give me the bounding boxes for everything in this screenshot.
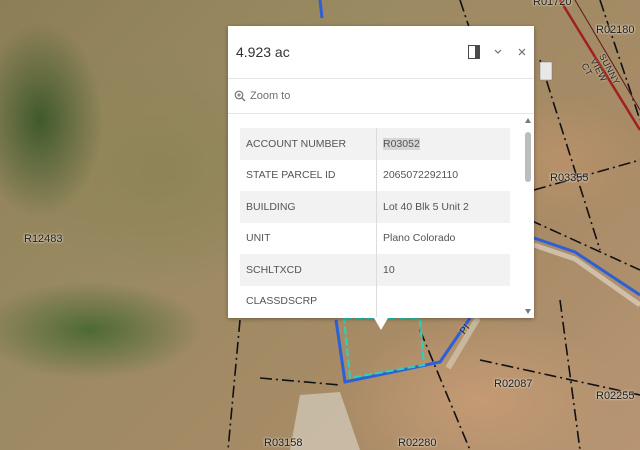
attribute-value: R03052 — [376, 128, 510, 160]
attribute-key: CLASSDSCRP — [240, 285, 377, 317]
table-row: ACCOUNT NUMBER R03052 — [240, 128, 510, 160]
table-row: CLASSDSCRP — [240, 285, 511, 318]
parcel-label: R02280 — [398, 437, 437, 449]
popup-title: 4.923 ac — [236, 44, 290, 60]
parcel-label: R02255 — [596, 390, 635, 402]
parcel-label: R03355 — [550, 172, 589, 184]
zoom-in-icon — [234, 90, 246, 102]
attribute-key: STATE PARCEL ID — [240, 159, 377, 191]
close-icon — [518, 48, 526, 56]
dock-icon — [468, 45, 480, 59]
attribute-key: UNIT — [240, 222, 377, 254]
zoom-to-button[interactable]: Zoom to — [234, 90, 290, 102]
attribute-key: SCHLTXCD — [240, 254, 377, 286]
table-row: SCHLTXCD 10 — [240, 254, 510, 286]
popup-actions: Zoom to — [228, 79, 534, 114]
chevron-down-icon — [494, 49, 502, 54]
attribute-value: Plano Colorado — [383, 232, 456, 245]
close-button[interactable] — [510, 40, 534, 64]
attribute-key: ACCOUNT NUMBER — [240, 128, 377, 160]
collapse-button[interactable] — [486, 40, 510, 64]
table-row: STATE PARCEL ID 2065072292110 — [240, 159, 510, 191]
popup-scrollbar[interactable] — [525, 118, 531, 314]
popup-content[interactable]: ACCOUNT NUMBER R03052 STATE PARCEL ID 20… — [228, 114, 534, 318]
parcel-label: R02087 — [494, 378, 533, 390]
attribute-value: 10 — [376, 254, 510, 286]
scroll-down-icon[interactable] — [525, 309, 531, 314]
parcel-label: R02180 — [596, 24, 635, 36]
attribute-value: 2065072292110 — [383, 169, 459, 182]
dock-button[interactable] — [462, 40, 486, 64]
parcel-label: R12483 — [24, 233, 63, 245]
scroll-thumb[interactable] — [525, 132, 531, 182]
parcel-popup: 4.923 ac Zoom to ACCOUNT NUMBER R03052 S… — [228, 26, 534, 330]
map-view[interactable]: R12483 R03355 R02180 R02087 R02255 R0315… — [0, 0, 640, 450]
attribute-value — [377, 286, 511, 318]
attribute-table: ACCOUNT NUMBER R03052 STATE PARCEL ID 20… — [240, 128, 510, 317]
popup-header: 4.923 ac — [228, 26, 534, 79]
parcel-label: R03158 — [264, 437, 303, 449]
scroll-up-icon[interactable] — [525, 118, 531, 123]
table-row: BUILDING Lot 40 Blk 5 Unit 2 — [240, 191, 510, 223]
attribute-key: BUILDING — [240, 191, 377, 223]
attribute-value: Lot 40 Blk 5 Unit 2 — [376, 191, 510, 223]
table-row: UNIT Plano Colorado — [240, 222, 510, 254]
parcel-label: R01720 — [533, 0, 572, 8]
zoom-to-label: Zoom to — [250, 90, 291, 102]
attribute-value-text: R03052 — [383, 137, 420, 150]
